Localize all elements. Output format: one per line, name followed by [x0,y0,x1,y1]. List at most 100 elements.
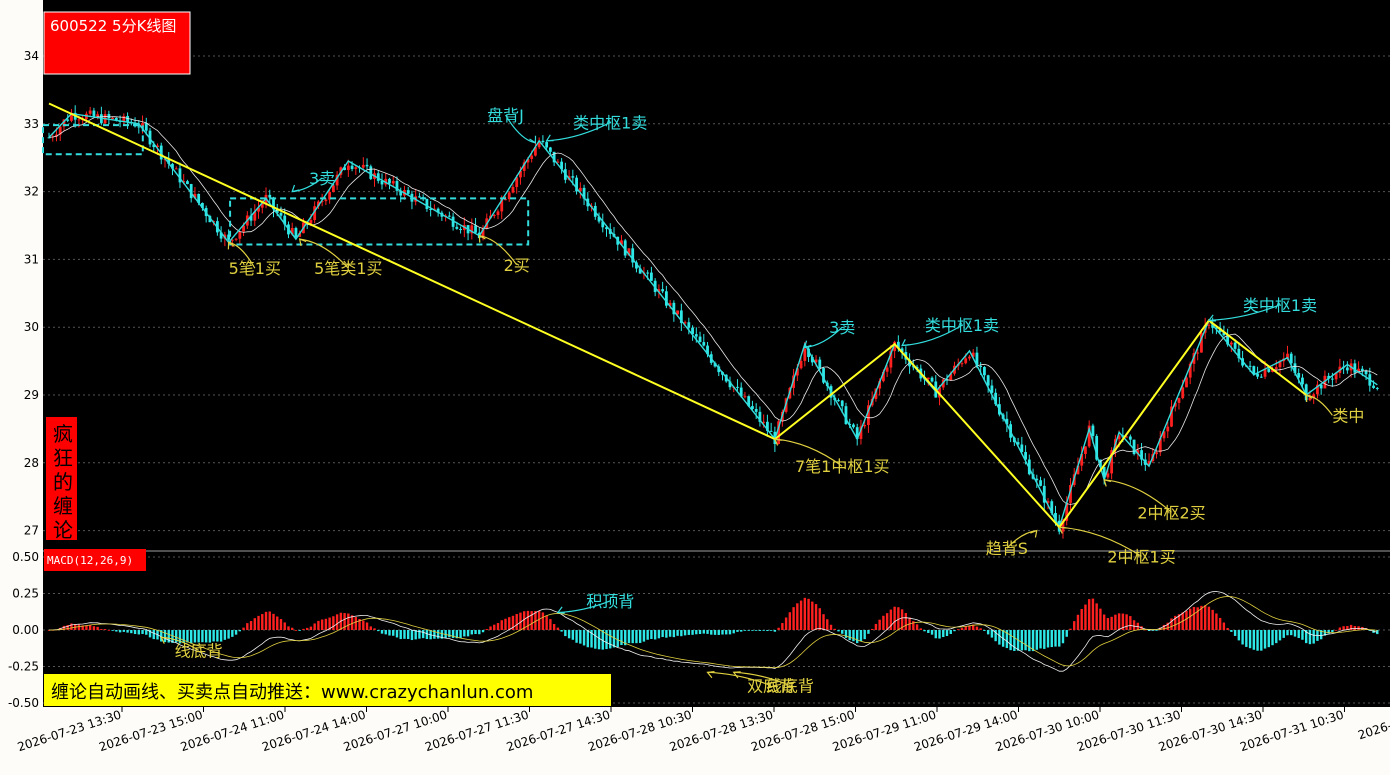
macd-bar [740,630,743,632]
price-tick-label: 30 [24,320,39,334]
candle-body [1229,342,1233,345]
macd-bar [1233,630,1237,636]
macd-bar [986,630,990,635]
candle-body [144,123,148,131]
macd-bar [582,630,586,646]
macd-bar [1132,620,1136,630]
macd-bar [1095,603,1098,630]
candle-body [1301,377,1304,385]
macd-bar [717,630,720,635]
macd-bar [459,630,462,639]
macd-bar [975,626,979,630]
candle-body [88,110,92,114]
annotation-label: 类中 [1332,406,1364,425]
candle-body [646,272,650,274]
macd-bar [1248,630,1252,649]
macd-bar [848,630,851,641]
macd-bar [564,630,567,637]
macd-bar [526,610,530,630]
macd-bar [283,622,286,630]
candle-body [930,377,934,382]
candle-body [388,178,391,184]
candle-body [687,322,691,328]
candle-body [234,238,238,240]
macd-bar [373,628,376,630]
macd-bar [1114,614,1117,630]
macd-bar [773,630,777,632]
candle-body [1330,378,1334,380]
macd-bar [665,630,668,638]
macd-bar [953,630,956,632]
macd-bar [399,630,402,640]
macd-bar [1050,630,1053,648]
macd-bar [698,630,702,635]
candle-body [986,375,990,386]
macd-bar [1301,630,1304,640]
candle-body [818,359,822,369]
macd-bar [96,626,99,630]
macd-bar [579,630,582,644]
macd-bar [395,630,399,638]
candle-body [1155,452,1158,455]
candle-body [840,400,844,407]
macd-bar [620,630,623,646]
macd-bar [249,621,253,630]
candle-body [968,356,971,359]
macd-bar [627,630,631,644]
macd-bar [268,611,271,630]
candle-body [459,228,462,231]
macd-bar [335,614,339,630]
macd-bar [496,623,500,630]
promo-text: 缠论自动画线、买卖点自动推送：www.crazychanlun.com [51,682,533,703]
macd-bar [347,613,350,630]
macd-bar [1263,630,1267,649]
macd-bar [1155,630,1158,631]
macd-label: MACD(12,26,9) [47,554,133,567]
macd-bar [463,630,466,637]
macd-bar [77,624,81,630]
macd-bar [747,630,750,631]
macd-bar [833,628,836,630]
macd-bar [721,630,724,635]
macd-bar [942,630,945,638]
macd-bar [103,629,107,630]
candle-body [964,358,968,364]
macd-bar [305,627,309,630]
macd-bar [949,630,952,634]
macd-bar [560,630,563,632]
macd-bar [1286,630,1289,636]
macd-bar [964,626,967,630]
macd-bar [960,627,964,630]
macd-bar [1215,613,1218,630]
macd-bar [481,630,485,633]
macd-bar [212,630,215,642]
macd-bar [1009,630,1012,651]
candle-body [447,215,451,217]
macd-tick-label: -0.25 [8,660,39,674]
macd-bar [1331,630,1334,633]
macd-bar [826,619,829,630]
candle-body [137,126,141,128]
macd-bar [261,614,264,630]
candle-body [425,198,429,209]
candle-body [702,342,706,346]
macd-bar [541,612,545,630]
macd-bar [769,630,773,631]
macd-bar [852,630,855,642]
macd-bar [231,630,234,637]
candle-body [279,212,283,216]
macd-bar [201,630,204,643]
candle-body [496,211,500,216]
candle-body [545,142,549,148]
price-tick-label: 34 [24,49,39,63]
macd-bar [695,630,698,635]
candle-body [455,226,459,229]
macd-bar [264,611,268,630]
candle-body [885,367,889,372]
kline-chart[interactable]: 3433323130292827 0.500.250.00-0.25-0.50 … [0,0,1390,775]
macd-bar [1035,630,1038,650]
macd-bar [152,630,155,640]
macd-bar [904,613,908,630]
macd-bar [515,614,518,630]
annotation-label: 线底背 [175,641,223,660]
